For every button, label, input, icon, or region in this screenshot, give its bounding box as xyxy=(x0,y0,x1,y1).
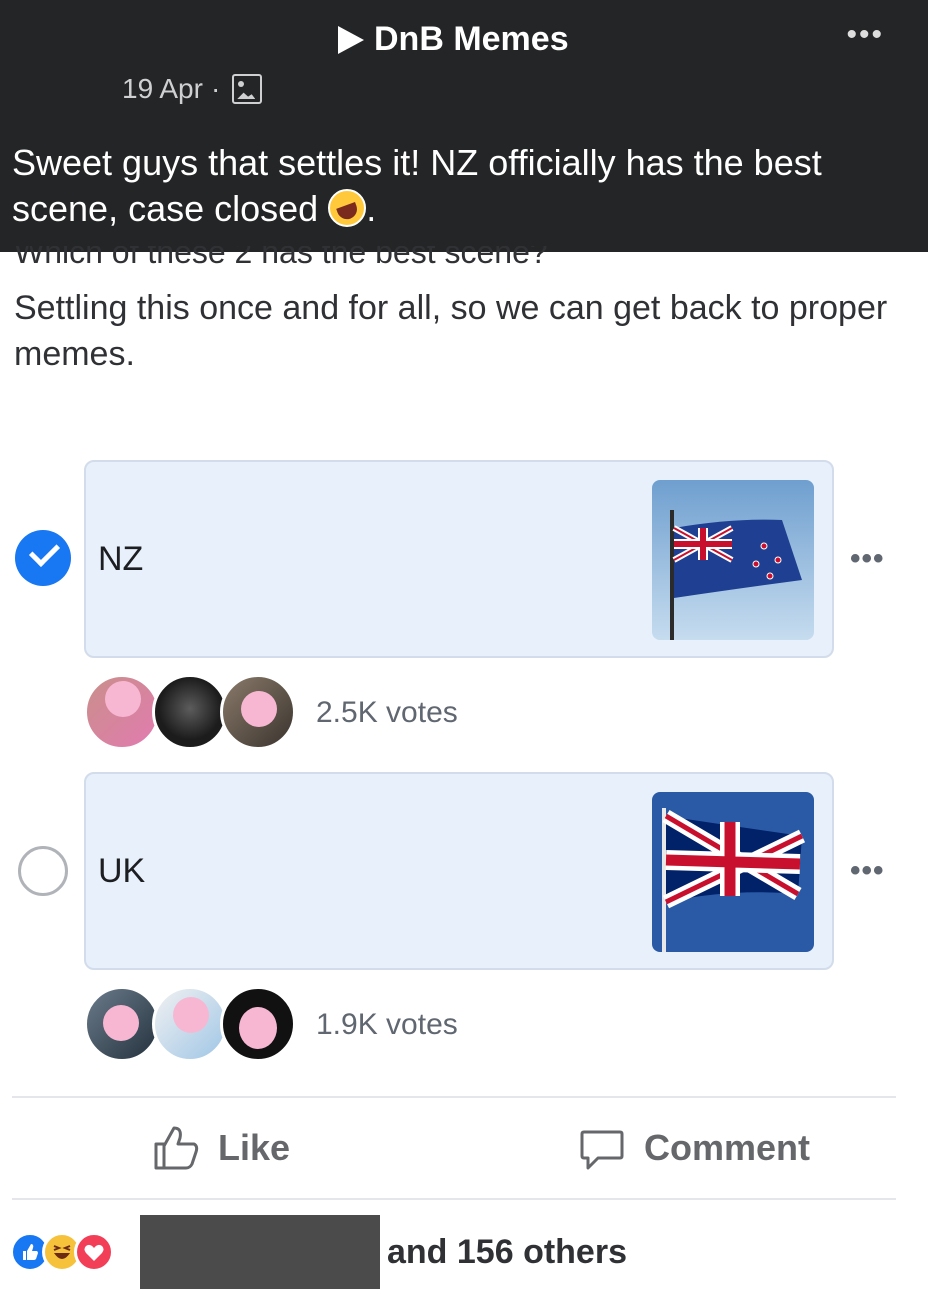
voter-avatar xyxy=(84,674,160,750)
uk-flag-image xyxy=(652,792,814,952)
group-privacy-icon xyxy=(232,74,263,104)
option-nz-more-icon[interactable]: ••• xyxy=(850,542,885,576)
option-label: NZ xyxy=(98,540,144,578)
like-button[interactable]: Like xyxy=(152,1124,290,1172)
poll-question: Which of these 2 has the best scene? xyxy=(14,246,548,268)
voter-avatar xyxy=(220,674,296,750)
divider xyxy=(12,1198,896,1200)
voters-uk[interactable] xyxy=(84,982,296,1066)
post-meta: 19 Apr · xyxy=(122,73,263,105)
voter-avatar xyxy=(152,674,228,750)
comment-label: Comment xyxy=(644,1127,811,1168)
option-nz-radio-checked[interactable] xyxy=(15,530,71,586)
option-uk-radio[interactable] xyxy=(18,846,68,896)
poll-option-nz[interactable]: NZ xyxy=(84,460,834,658)
meta-separator: · xyxy=(210,73,221,104)
love-reaction-icon xyxy=(74,1232,114,1272)
like-label: Like xyxy=(218,1127,291,1168)
voter-avatar xyxy=(152,986,228,1062)
poll-option-uk[interactable]: UK xyxy=(84,772,834,970)
voters-nz[interactable] xyxy=(84,670,296,754)
comment-bubble-icon xyxy=(580,1130,624,1170)
voter-avatar xyxy=(84,986,160,1062)
comment-text: Sweet guys that settles it! NZ officiall… xyxy=(12,140,892,232)
comment-body: Sweet guys that settles it! NZ officiall… xyxy=(12,142,822,229)
checkmark-icon xyxy=(28,535,61,568)
comment-suffix: . xyxy=(366,188,377,229)
post-date[interactable]: 19 Apr xyxy=(122,73,203,105)
group-name[interactable]: DnB Memes xyxy=(374,20,569,59)
thumbs-up-icon xyxy=(154,1126,199,1170)
divider xyxy=(12,1096,896,1098)
reactions-bar[interactable]: and 156 others xyxy=(10,1215,920,1289)
play-arrow-icon xyxy=(338,25,364,54)
more-options-icon[interactable]: ••• xyxy=(846,18,884,52)
option-uk-more-icon[interactable]: ••• xyxy=(850,854,885,888)
nz-flag-image xyxy=(652,480,814,640)
post-description: Settling this once and for all, so we ca… xyxy=(14,289,888,373)
laughing-emoji-icon xyxy=(328,189,367,227)
vote-count-uk[interactable]: 1.9K votes xyxy=(316,1008,458,1042)
group-title[interactable]: DnB Memes xyxy=(338,20,569,59)
comment-button[interactable]: Comment xyxy=(578,1124,810,1172)
voter-avatar xyxy=(220,986,296,1062)
vote-count-nz[interactable]: 2.5K votes xyxy=(316,696,458,730)
reactions-count[interactable]: and 156 others xyxy=(387,1233,627,1272)
redacted-names xyxy=(140,1215,380,1289)
comment-overlay: DnB Memes ••• 19 Apr · Sweet guys that s… xyxy=(0,0,928,252)
option-label: UK xyxy=(98,852,146,890)
